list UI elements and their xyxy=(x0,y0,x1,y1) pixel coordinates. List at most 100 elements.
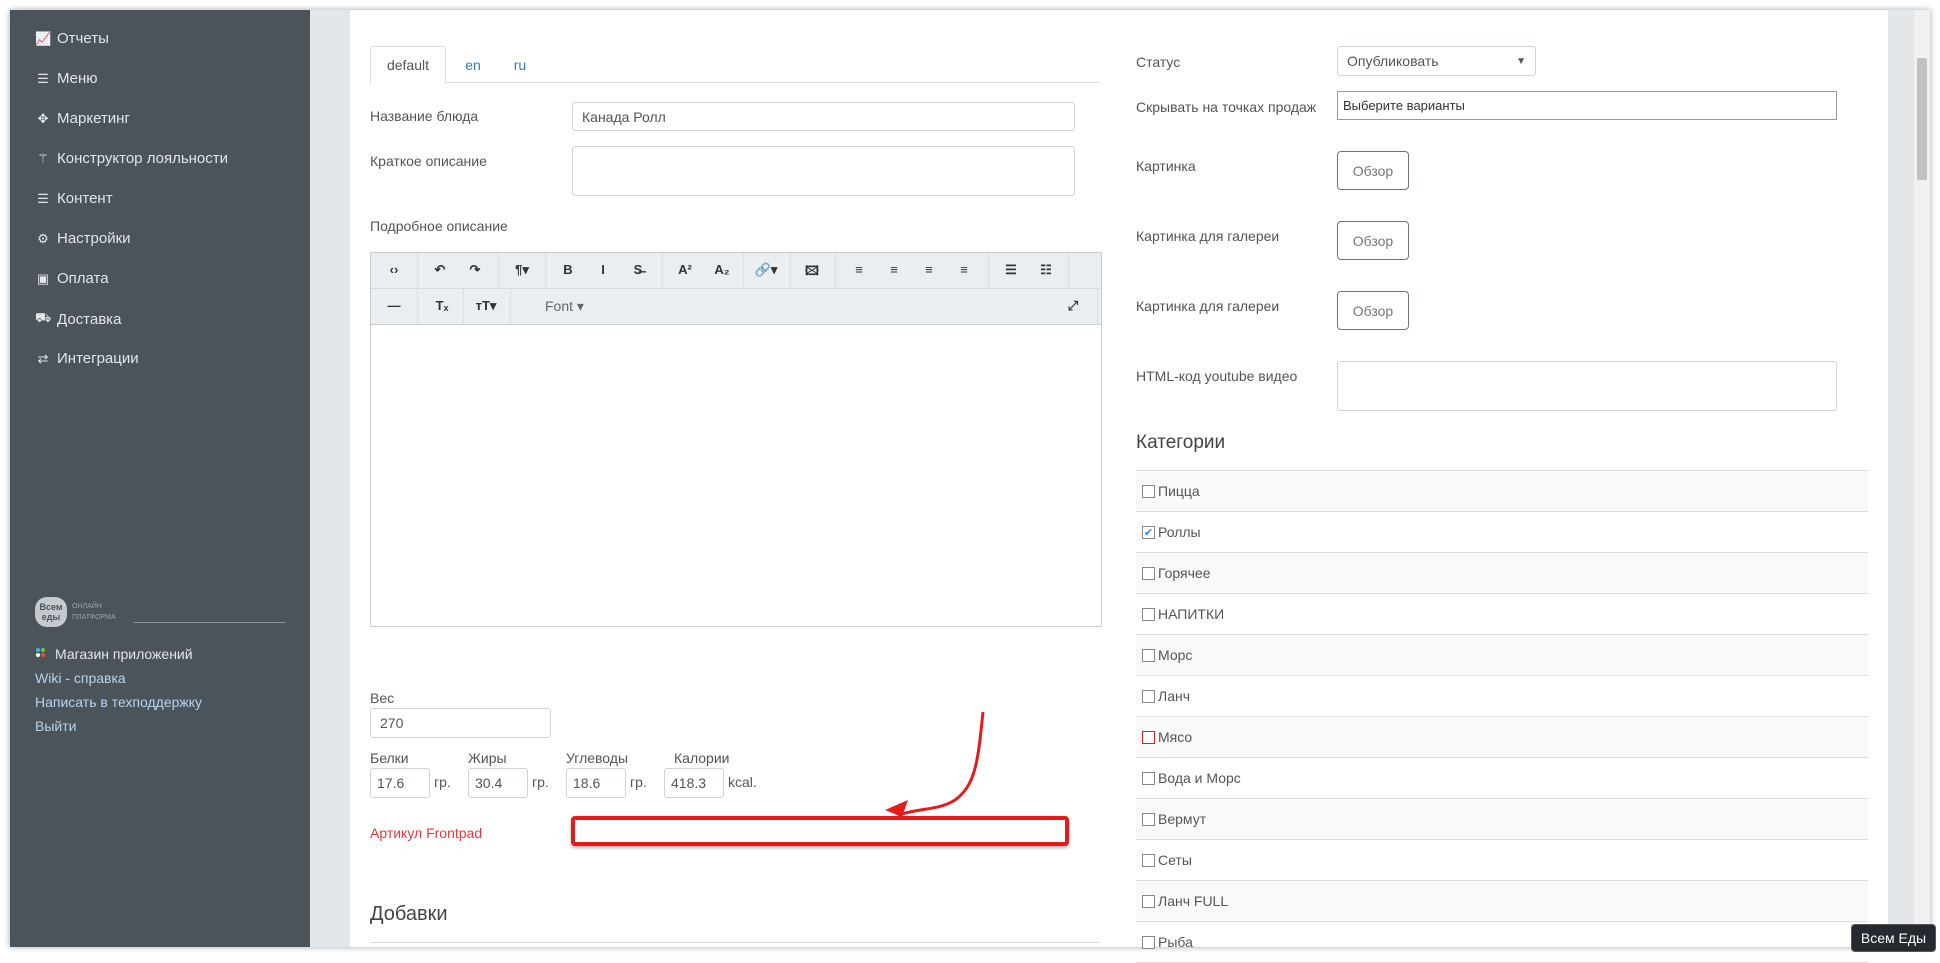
gallery-label-1: Картинка для галереи xyxy=(1136,228,1280,244)
sidebar-item[interactable]: ☰ Контент xyxy=(35,190,112,207)
undo-icon[interactable]: ↶ xyxy=(435,262,446,278)
toolbar-separator xyxy=(988,253,989,288)
image-browse-button[interactable]: Обзор xyxy=(1337,151,1409,190)
gallery-browse-button-2[interactable]: Обзор xyxy=(1337,291,1409,330)
category-checkbox[interactable] xyxy=(1142,648,1155,662)
gear-icon: ⚙ xyxy=(37,230,49,246)
sidebar-item-label: Доставка xyxy=(57,310,122,328)
bold-icon[interactable]: B xyxy=(563,262,572,277)
hide-pos-multiselect[interactable]: Выберите варианты xyxy=(1337,91,1837,120)
category-checkbox[interactable]: ✔ xyxy=(1142,525,1155,539)
category-checkbox[interactable] xyxy=(1142,812,1155,826)
article-frontpad-input[interactable] xyxy=(571,816,1069,846)
sidebar-item[interactable]: ✥ Маркетинг xyxy=(35,110,130,127)
divider xyxy=(370,942,1100,943)
nutrition-input[interactable]: 17.6 xyxy=(370,768,430,798)
sidebar-item[interactable]: ⇄ Интеграции xyxy=(35,350,139,367)
category-label: Вода и Морс xyxy=(1158,770,1241,786)
category-checkbox[interactable] xyxy=(1142,607,1155,621)
category-label: Морс xyxy=(1158,647,1193,663)
link-icon[interactable]: 🔗▾ xyxy=(755,262,778,278)
fullscreen-icon[interactable]: ⤢ xyxy=(1068,298,1078,314)
toolbar-separator xyxy=(545,253,546,288)
link-logout[interactable]: Выйти xyxy=(35,718,76,734)
youtube-textarea[interactable] xyxy=(1337,361,1837,411)
list-icon: ☰ xyxy=(37,70,49,86)
link-app-store[interactable]: Магазин приложений xyxy=(55,646,193,662)
scrollbar-thumb[interactable] xyxy=(1917,58,1927,180)
sidebar-item[interactable]: ⛟ Доставка xyxy=(35,310,121,328)
category-row[interactable]: Морс xyxy=(1136,635,1868,676)
category-label: Сеты xyxy=(1158,852,1192,868)
subscript-icon[interactable]: A₂ xyxy=(714,262,729,277)
gallery-browse-button-1[interactable]: Обзор xyxy=(1337,221,1409,260)
category-checkbox[interactable] xyxy=(1142,689,1155,703)
editor-content[interactable] xyxy=(371,326,1101,626)
italic-icon[interactable]: I xyxy=(601,262,605,277)
nutrition-input[interactable]: 418.3 xyxy=(664,768,724,798)
sidebar-item-label: Конструктор лояльности xyxy=(57,150,229,167)
sidebar-item[interactable]: ▣ Оплата xyxy=(35,270,109,287)
category-checkbox[interactable] xyxy=(1142,730,1155,744)
category-row[interactable]: НАПИТКИ xyxy=(1136,594,1868,635)
category-row[interactable]: Вермут xyxy=(1136,799,1868,840)
sidebar-item-label: Маркетинг xyxy=(57,110,130,127)
font-size-icon[interactable]: тT▾ xyxy=(476,298,497,314)
category-checkbox[interactable] xyxy=(1142,484,1155,498)
tab-ru[interactable]: ru xyxy=(503,46,537,83)
status-select[interactable]: Опубликовать ▼ xyxy=(1337,46,1536,76)
align-center-icon[interactable]: ≡ xyxy=(890,262,898,277)
align-justify-icon[interactable]: ≡ xyxy=(960,262,968,277)
category-row[interactable]: Сеты xyxy=(1136,840,1868,881)
category-label: Мясо xyxy=(1158,729,1193,745)
align-right-icon[interactable]: ≡ xyxy=(925,262,933,277)
sidebar-item[interactable]: ⚙ Настройки xyxy=(35,230,130,247)
category-row[interactable]: Ланч FULL xyxy=(1136,881,1868,922)
sidebar-item[interactable]: ⚚ Конструктор лояльности xyxy=(35,150,228,167)
nutrition-label: Углеводы xyxy=(566,750,629,766)
horizontal-rule-icon[interactable]: — xyxy=(388,298,401,313)
tab-default[interactable]: default xyxy=(370,46,446,83)
sidebar-item[interactable]: ☰ Меню xyxy=(35,70,97,87)
magic-wand-icon: ⚚ xyxy=(37,150,49,166)
category-row[interactable]: Пицца xyxy=(1136,471,1868,512)
toolbar-separator xyxy=(510,289,511,325)
category-row[interactable]: Вода и Морс xyxy=(1136,758,1868,799)
category-row[interactable]: Мясо xyxy=(1136,717,1868,758)
font-dropdown[interactable]: Font ▾ xyxy=(545,298,584,315)
category-checkbox[interactable] xyxy=(1142,935,1155,949)
nutrition-input[interactable]: 30.4 xyxy=(468,768,528,798)
youtube-label: HTML-код youtube видео xyxy=(1136,368,1298,384)
category-checkbox[interactable] xyxy=(1142,853,1155,867)
image-icon[interactable]: 🖾 xyxy=(805,262,819,284)
numbered-list-icon[interactable]: ☷ xyxy=(1040,262,1052,278)
nutrition-input[interactable]: 18.6 xyxy=(566,768,626,798)
strikethrough-icon[interactable]: S̶ xyxy=(634,262,643,277)
category-row[interactable]: ✔ Роллы xyxy=(1136,512,1868,553)
nutrition-label: Жиры xyxy=(468,750,507,766)
money-icon: ▣ xyxy=(36,270,50,286)
crosshairs-icon: ✥ xyxy=(37,110,49,126)
sidebar-item-label: Интеграции xyxy=(57,350,139,367)
paragraph-icon[interactable]: ¶▾ xyxy=(515,262,529,278)
category-row[interactable]: Ланч xyxy=(1136,676,1868,717)
bullet-list-icon[interactable]: ☰ xyxy=(1005,262,1017,278)
code-view-icon[interactable]: ‹› xyxy=(390,262,399,277)
dish-name-input[interactable]: Канада Ролл xyxy=(572,102,1075,131)
name-label: Название блюда xyxy=(370,108,479,124)
redo-icon[interactable]: ↷ xyxy=(470,262,481,278)
link-wiki[interactable]: Wiki - справка xyxy=(35,670,126,686)
link-support[interactable]: Написать в техподдержку xyxy=(35,694,202,710)
category-checkbox[interactable] xyxy=(1142,566,1155,580)
short-desc-textarea[interactable] xyxy=(572,146,1075,196)
superscript-icon[interactable]: A² xyxy=(678,262,692,277)
tab-en[interactable]: en xyxy=(455,46,491,83)
category-checkbox[interactable] xyxy=(1142,894,1155,908)
sidebar-item[interactable]: 📈 Отчеты xyxy=(35,30,109,47)
clear-format-icon[interactable]: Tₓ xyxy=(436,298,449,313)
category-row[interactable]: Горячее xyxy=(1136,553,1868,594)
weight-input[interactable]: 270 xyxy=(370,708,551,738)
align-left-icon[interactable]: ≡ xyxy=(855,262,863,277)
category-checkbox[interactable] xyxy=(1142,771,1155,785)
app-store-icon xyxy=(36,648,46,658)
